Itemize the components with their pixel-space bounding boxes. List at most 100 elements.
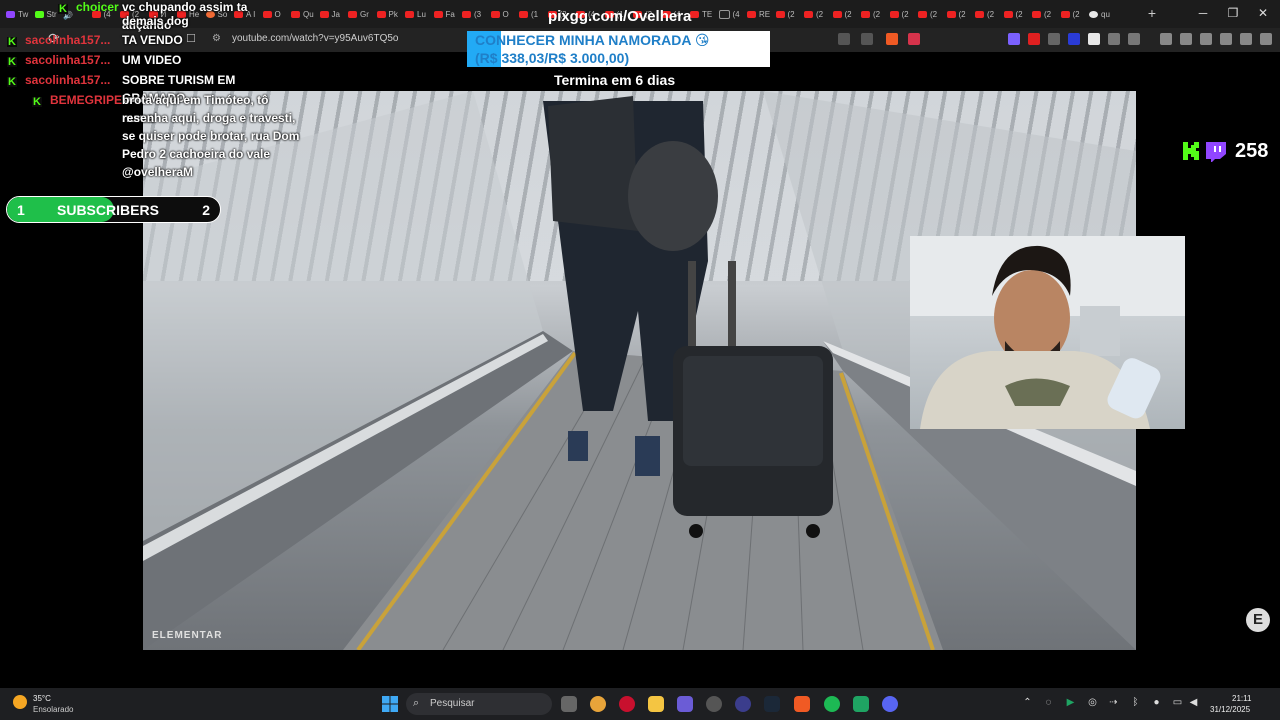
obs-icon[interactable] [706, 696, 722, 712]
tab-label: (2 [1015, 9, 1023, 19]
task-view-icon[interactable] [561, 696, 577, 712]
youtube-icon [747, 10, 756, 18]
chat-message: demais dog [122, 14, 189, 28]
network-icon[interactable]: ▭ [1172, 697, 1183, 708]
clock-time[interactable]: 21:11 [1232, 694, 1251, 703]
tab-label: (2 [930, 9, 938, 19]
steam-icon[interactable] [764, 696, 780, 712]
browser-tab[interactable]: (2 [941, 0, 970, 28]
tab-label: Qu [303, 9, 314, 19]
browser-tab[interactable]: (2 [827, 0, 856, 28]
minimize-button[interactable]: ─ [1192, 4, 1214, 22]
browser-tab[interactable]: RE [741, 0, 770, 28]
windows-start-icon[interactable] [382, 696, 398, 712]
file-explorer-icon[interactable] [648, 696, 664, 712]
discord-icon[interactable] [882, 696, 898, 712]
tab-label: (2 [958, 9, 966, 19]
browser-tab[interactable]: (4 [713, 0, 742, 28]
weather-description[interactable]: Ensolarado [33, 705, 73, 714]
browser-tab[interactable]: (2 [1026, 0, 1055, 28]
install-icon[interactable] [838, 33, 850, 45]
tray-app-icon[interactable]: ◎ [1087, 697, 1098, 708]
browser-tab[interactable]: Gr [342, 0, 371, 28]
chat-username[interactable]: BEMEGRIPE [50, 91, 122, 109]
tab-label: Gr [360, 9, 369, 19]
close-window-button[interactable]: ✕ [1252, 4, 1274, 22]
browser-tab[interactable]: Lu [399, 0, 428, 28]
browser-tab[interactable]: (3 [456, 0, 485, 28]
maximize-button[interactable]: ❐ [1222, 4, 1244, 22]
spotify-icon[interactable] [824, 696, 840, 712]
browser-tab[interactable]: (2 [998, 0, 1027, 28]
volume-icon[interactable]: ◀ [1188, 697, 1199, 708]
leo-ai-icon[interactable] [1220, 33, 1232, 45]
brave-shield-icon[interactable] [886, 33, 898, 45]
youtube-icon [889, 10, 899, 18]
browser-tab[interactable]: Pk [371, 0, 400, 28]
tray-app-icon[interactable]: ◌ [1043, 697, 1054, 708]
app-icon[interactable] [735, 696, 751, 712]
chevron-up-icon[interactable]: ⌃ [1022, 697, 1033, 708]
viewer-count-number: 258 [1235, 140, 1269, 162]
wallet-icon[interactable] [1200, 33, 1212, 45]
chat-message: Pedro 2 cachoeira do vale [122, 147, 271, 161]
browser-tab[interactable]: (2 [969, 0, 998, 28]
chat-username[interactable]: choicer [76, 0, 119, 16]
browser-tab[interactable]: qu [1083, 0, 1112, 28]
extension-icon[interactable] [1008, 33, 1020, 45]
browser-tab[interactable]: (2 [912, 0, 941, 28]
extension-icon[interactable] [1068, 33, 1080, 45]
browser-tab[interactable]: Fa [428, 0, 457, 28]
sidebar-icon[interactable] [1180, 33, 1192, 45]
tab-label: Fa [445, 9, 455, 19]
browser-tab[interactable]: (2 [770, 0, 799, 28]
chat-username[interactable]: sacolinha157... [25, 31, 110, 49]
screenshot-icon[interactable] [1128, 33, 1140, 45]
taskbar-search[interactable] [406, 693, 552, 715]
opera-icon[interactable] [619, 696, 635, 712]
new-tab-button[interactable]: + [1144, 5, 1160, 21]
kick-twitch-icons [1183, 142, 1226, 162]
kick-badge-icon: K [7, 76, 17, 88]
browser-tab[interactable]: O [485, 0, 514, 28]
tab-label: (2 [901, 9, 909, 19]
app-icon[interactable] [677, 696, 693, 712]
extension-icon[interactable] [1028, 33, 1040, 45]
chat-username[interactable]: sacolinha157... [25, 71, 110, 89]
donation-goal-title: CONHECER MINHA NAMORADA 😘 [475, 32, 710, 48]
weather-icon[interactable] [13, 695, 27, 709]
channel-logo-icon: E [1246, 608, 1270, 632]
media-icon[interactable] [1160, 33, 1172, 45]
browser-tab[interactable]: (2 [884, 0, 913, 28]
kick-badge-icon: K [7, 36, 17, 48]
browser-tab[interactable]: Ja [314, 0, 343, 28]
tray-app-icon[interactable]: ▶ [1065, 697, 1076, 708]
menu-icon[interactable] [1260, 33, 1272, 45]
microphone-icon[interactable]: ● [1151, 697, 1162, 708]
brave-rewards-icon[interactable] [908, 33, 920, 45]
browser-tab[interactable]: (1 [513, 0, 542, 28]
weather-temperature[interactable]: 35°C [33, 694, 51, 703]
viewer-count: 258 [1183, 140, 1268, 162]
vpn-icon[interactable] [1240, 33, 1252, 45]
chat-username[interactable]: sacolinha157... [25, 51, 110, 69]
chrome-icon[interactable] [590, 696, 606, 712]
tab-label: (2 [1072, 9, 1080, 19]
extension-icon[interactable] [1048, 33, 1060, 45]
tab-label: O [502, 9, 509, 19]
subscribers-current: 1 [17, 202, 25, 218]
tray-app-icon[interactable]: ⇢ [1108, 697, 1119, 708]
share-icon[interactable] [861, 33, 873, 45]
tiktok-icon [718, 9, 730, 19]
extension-icon[interactable] [1088, 33, 1100, 45]
browser-tab[interactable]: (2 [855, 0, 884, 28]
tab-label: (2 [816, 9, 824, 19]
clock-date[interactable]: 31/12/2025 [1210, 705, 1250, 714]
puzzle-icon[interactable] [1108, 33, 1120, 45]
bluetooth-icon[interactable]: ᛒ [1130, 697, 1141, 708]
youtube-icon [775, 10, 785, 18]
browser-tab[interactable]: (2 [1055, 0, 1084, 28]
app-icon[interactable] [853, 696, 869, 712]
brave-icon[interactable] [794, 696, 810, 712]
browser-tab[interactable]: (2 [798, 0, 827, 28]
